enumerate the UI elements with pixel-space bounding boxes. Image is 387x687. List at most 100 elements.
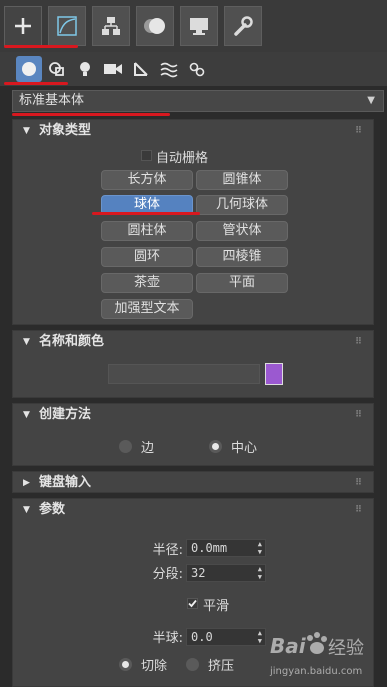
rollout-name-color: ▼ 名称和颜色 ⠿	[12, 330, 374, 398]
spacewarps-button[interactable]	[156, 56, 182, 82]
hemisphere-label: 半球:	[152, 631, 183, 646]
rollout-header-creation-method[interactable]: ▼ 创建方法 ⠿	[13, 404, 373, 426]
smooth-checkbox[interactable]	[187, 598, 198, 609]
watermark-jingyan: 经验	[328, 638, 364, 659]
collapse-triangle-icon: ▼	[23, 126, 30, 136]
cameras-icon	[104, 64, 122, 74]
radio-center-label: 中心	[231, 441, 258, 456]
geosphere-button[interactable]: 几何球体	[196, 195, 288, 215]
rollout-header-name-color[interactable]: ▼ 名称和颜色 ⠿	[13, 331, 373, 353]
rollout-header-keyboard-entry[interactable]: ▶ 键盘输入 ⠿	[13, 472, 373, 494]
teapot-button[interactable]: 茶壶	[101, 273, 193, 293]
textplus-button[interactable]: 加强型文本	[101, 299, 193, 319]
rollout-creation-method: ▼ 创建方法 ⠿ 边 中心	[12, 403, 374, 466]
segments-label: 分段:	[152, 567, 183, 582]
spacewarps-icon	[160, 62, 178, 78]
radius-spinner[interactable]: 0.0mm ▲ ▼	[186, 539, 266, 557]
rollout-title: 键盘输入	[39, 475, 92, 490]
tab-utilities[interactable]	[224, 6, 262, 46]
annotation-underline	[92, 212, 200, 215]
annotation-underline	[4, 45, 78, 48]
collapse-triangle-icon: ▼	[23, 505, 30, 515]
collapse-triangle-icon: ▼	[23, 410, 30, 420]
tube-button[interactable]: 管状体	[196, 221, 288, 241]
rollout-title: 参数	[39, 502, 66, 517]
plane-button[interactable]: 平面	[196, 273, 288, 293]
rollout-title: 创建方法	[39, 407, 92, 422]
rollout-title: 对象类型	[39, 123, 92, 138]
wrench-icon	[234, 16, 253, 36]
rollout-header-parameters[interactable]: ▼ 参数 ⠿	[13, 499, 373, 521]
radio-chop-label: 切除	[141, 659, 168, 674]
pyramid-button[interactable]: 四棱锥	[196, 247, 288, 267]
autogrid-label: 自动栅格	[156, 151, 209, 166]
autogrid-checkbox[interactable]	[141, 150, 152, 161]
spinner-arrows-icon[interactable]: ▲ ▼	[258, 565, 262, 581]
watermark-bai: Bai	[270, 634, 306, 658]
cylinder-button[interactable]: 圆柱体	[101, 221, 193, 241]
tab-hierarchy[interactable]	[92, 6, 130, 46]
radio-edge[interactable]	[119, 440, 132, 453]
helpers-icon	[134, 62, 148, 76]
radius-label: 半径:	[152, 543, 183, 558]
tab-create[interactable]	[4, 6, 42, 46]
object-name-input[interactable]	[108, 364, 260, 384]
annotation-underline	[12, 113, 170, 116]
radio-squash[interactable]	[186, 658, 199, 671]
segments-value: 32	[191, 566, 206, 580]
grip-icon: ⠿	[354, 505, 363, 515]
checkmark-icon	[188, 599, 197, 608]
hierarchy-icon	[102, 17, 120, 35]
segments-spinner[interactable]: 32 ▲ ▼	[186, 564, 266, 582]
baidu-watermark: Bai 经验 jingyan.baidu.com	[270, 632, 380, 684]
hemisphere-spinner[interactable]: 0.0 ▲ ▼	[186, 628, 266, 646]
primitive-type-dropdown[interactable]: 标准基本体 ▼	[12, 90, 384, 112]
lights-icon	[80, 62, 90, 76]
radio-chop[interactable]	[119, 658, 132, 671]
dropdown-value: 标准基本体	[19, 93, 85, 108]
grip-icon: ⠿	[354, 478, 363, 488]
display-icon	[190, 18, 208, 35]
torus-button[interactable]: 圆环	[101, 247, 193, 267]
collapse-triangle-icon: ▼	[23, 337, 30, 347]
chevron-down-icon: ▼	[367, 95, 375, 106]
radio-center[interactable]	[209, 440, 222, 453]
lights-button[interactable]	[72, 56, 98, 82]
spinner-arrows-icon[interactable]: ▲ ▼	[258, 629, 262, 645]
object-color-swatch[interactable]	[265, 363, 283, 385]
category-bar	[0, 52, 387, 86]
radius-value: 0.0mm	[191, 541, 228, 555]
cameras-button[interactable]	[100, 56, 126, 82]
rollout-header-object-type[interactable]: ▼ 对象类型 ⠿	[13, 120, 373, 142]
radio-edge-label: 边	[141, 441, 155, 456]
hemisphere-value: 0.0	[191, 630, 213, 644]
rollout-title: 名称和颜色	[39, 334, 105, 349]
watermark-url: jingyan.baidu.com	[270, 666, 363, 677]
tab-motion[interactable]	[136, 6, 174, 46]
systems-button[interactable]	[184, 56, 210, 82]
geometry-icon	[22, 62, 36, 76]
radio-squash-label: 挤压	[208, 659, 235, 674]
grip-icon: ⠿	[354, 337, 363, 347]
smooth-label: 平滑	[203, 599, 230, 614]
rollout-object-type: ▼ 对象类型 ⠿ 自动栅格 长方体 圆锥体 球体 几何球体 圆柱体 管状体 圆环…	[12, 119, 374, 325]
motion-icon	[144, 18, 165, 34]
geometry-button[interactable]	[16, 56, 42, 82]
shapes-button[interactable]	[44, 56, 70, 82]
grip-icon: ⠿	[354, 126, 363, 136]
modify-icon	[57, 16, 77, 36]
annotation-underline	[4, 82, 68, 85]
shapes-icon	[49, 62, 64, 76]
paw-icon	[307, 632, 327, 654]
cone-button[interactable]: 圆锥体	[196, 170, 288, 190]
rollout-keyboard-entry: ▶ 键盘输入 ⠿	[12, 471, 374, 493]
plus-icon	[15, 18, 31, 34]
tab-modify[interactable]	[48, 6, 86, 46]
systems-icon	[189, 62, 205, 77]
box-button[interactable]: 长方体	[101, 170, 193, 190]
spinner-arrows-icon[interactable]: ▲ ▼	[258, 540, 262, 556]
grip-icon: ⠿	[354, 410, 363, 420]
tab-display[interactable]	[180, 6, 218, 46]
expand-triangle-icon: ▶	[23, 478, 30, 488]
helpers-button[interactable]	[128, 56, 154, 82]
